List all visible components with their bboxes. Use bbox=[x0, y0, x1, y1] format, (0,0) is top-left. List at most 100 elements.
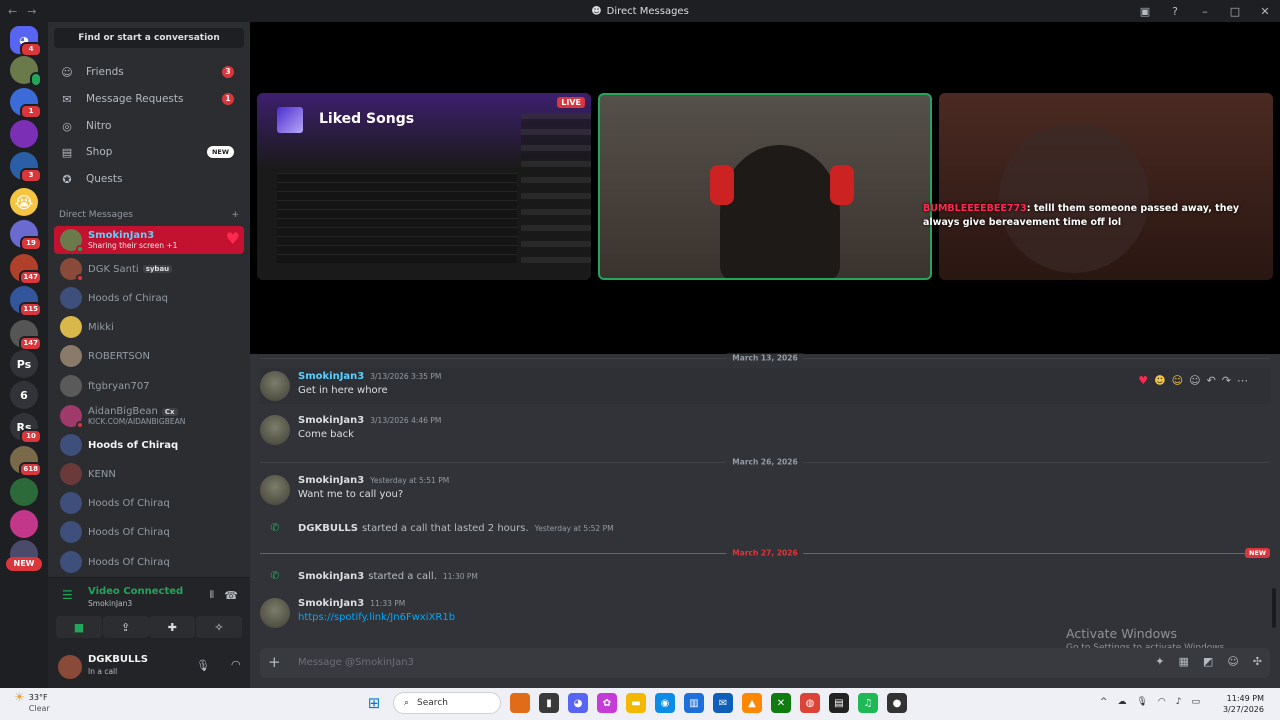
maximize-button[interactable]: □ bbox=[1228, 5, 1242, 18]
add-reaction-icon[interactable]: ☺ bbox=[1189, 374, 1200, 387]
start-button[interactable]: ⊞ bbox=[364, 693, 384, 713]
back-arrow-icon[interactable]: ← bbox=[8, 5, 17, 18]
dm-item-hoods-of-chiraq-unread[interactable]: Hoods of Chiraq bbox=[54, 431, 244, 459]
spotify-link[interactable]: https://spotify.link/Jn6FwxiXR1b bbox=[298, 612, 455, 623]
apps-icon[interactable]: ✣ bbox=[1253, 655, 1262, 668]
screenshare-tile[interactable]: Liked Songs LIVE bbox=[257, 93, 591, 280]
help-icon[interactable]: ? bbox=[1168, 5, 1182, 18]
activities-button[interactable]: ✚ bbox=[149, 616, 196, 638]
webcam-tile-2[interactable] bbox=[939, 93, 1273, 280]
nav-shop[interactable]: ▤ Shop NEW bbox=[54, 140, 244, 164]
add-dm-icon[interactable]: + bbox=[231, 210, 239, 220]
epic-games-icon[interactable]: ▤ bbox=[829, 693, 849, 713]
server-icon[interactable]: 115 bbox=[10, 286, 42, 317]
server-ps[interactable]: Ps bbox=[10, 350, 38, 378]
dm-item-aidanbigbean[interactable]: AidanBigBean Cx KICK.COM/AIDANBIGBEAN bbox=[54, 402, 244, 430]
volume-icon[interactable]: ♪ bbox=[1176, 697, 1182, 707]
find-conversation-button[interactable]: Find or start a conversation bbox=[54, 28, 244, 48]
server-icon[interactable]: 19 bbox=[10, 220, 42, 251]
nav-message-requests[interactable]: ✉ Message Requests 1 bbox=[54, 87, 244, 111]
nav-quests[interactable]: ✪ Quests bbox=[54, 167, 244, 191]
server-icon[interactable]: 618 bbox=[10, 446, 42, 477]
dm-item-ftgbryan707[interactable]: ftgbryan707 bbox=[54, 372, 244, 400]
soundboard-button[interactable]: ✧ bbox=[195, 616, 242, 638]
disconnect-icon[interactable]: ☎ bbox=[224, 589, 238, 602]
avatar[interactable] bbox=[58, 655, 82, 679]
vlc-icon[interactable]: ▲ bbox=[742, 693, 762, 713]
spotify-icon[interactable]: ♫ bbox=[858, 693, 878, 713]
home-button[interactable]: ◕ 4 bbox=[10, 26, 42, 57]
microphone-icon[interactable]: 🎙 bbox=[1136, 697, 1147, 707]
gif-icon[interactable]: ▦ bbox=[1179, 655, 1189, 668]
sticker-icon[interactable]: ◩ bbox=[1203, 655, 1213, 668]
minimize-button[interactable]: – bbox=[1198, 5, 1212, 18]
avatar[interactable] bbox=[260, 475, 290, 505]
forward-arrow-icon[interactable]: → bbox=[27, 5, 36, 18]
avatar[interactable] bbox=[260, 415, 290, 445]
noise-suppression-icon[interactable]: ⦀ bbox=[210, 590, 214, 601]
server-icon[interactable]: 147 bbox=[10, 320, 42, 351]
headphones-icon[interactable]: ◠ bbox=[231, 658, 241, 671]
app-icon[interactable]: ● bbox=[887, 693, 907, 713]
camera-button[interactable]: ■ bbox=[56, 616, 102, 638]
dm-item-hoods-of-chiraq[interactable]: Hoods Of Chiraq bbox=[54, 489, 244, 517]
cloud-icon[interactable]: ☁ bbox=[1117, 697, 1126, 707]
wifi-icon[interactable]: ◠ bbox=[1158, 697, 1166, 707]
taskbar-search[interactable]: ⌕ Search bbox=[393, 692, 501, 714]
dm-item-smokinjan3[interactable]: SmokinJan3 Sharing their screen +1 ♥ bbox=[54, 226, 244, 254]
attach-plus-icon[interactable]: + bbox=[268, 653, 281, 671]
message-composer[interactable]: + Message @SmokinJan3 ✦ ▦ ◩ ☺ ✣ bbox=[260, 648, 1270, 678]
heart-reaction-icon[interactable]: ♥ bbox=[1138, 374, 1148, 387]
scrollbar[interactable] bbox=[1272, 588, 1276, 628]
dm-item-hoods-of-chiraq[interactable]: Hoods of Chiraq bbox=[54, 284, 244, 312]
nav-friends[interactable]: ☺ Friends 3 bbox=[54, 60, 244, 84]
server-icon[interactable] bbox=[10, 478, 38, 506]
nav-nitro[interactable]: ◎ Nitro bbox=[54, 114, 244, 138]
laugh-reaction-icon[interactable]: ☻ bbox=[1154, 374, 1165, 387]
file-explorer-icon[interactable]: ▬ bbox=[626, 693, 646, 713]
clock[interactable]: 11:49 PM 3/27/2026 bbox=[1223, 693, 1264, 715]
discord-taskbar-icon[interactable]: ◕ bbox=[568, 693, 588, 713]
reply-icon[interactable]: ↶ bbox=[1207, 374, 1216, 387]
dm-item-hoods-of-chiraq[interactable]: Hoods Of Chiraq bbox=[54, 548, 244, 576]
widget-app-icon[interactable] bbox=[510, 693, 530, 713]
smile-reaction-icon[interactable]: ☺ bbox=[1172, 374, 1183, 387]
chrome-icon[interactable]: ◍ bbox=[800, 693, 820, 713]
screenshare-button[interactable]: ⇪ bbox=[102, 616, 149, 638]
close-button[interactable]: ✕ bbox=[1258, 5, 1272, 18]
outlook-icon[interactable]: ✉ bbox=[713, 693, 733, 713]
edge-icon[interactable]: ◉ bbox=[655, 693, 675, 713]
battery-icon[interactable]: ▭ bbox=[1191, 697, 1200, 707]
xbox-icon[interactable]: ✕ bbox=[771, 693, 791, 713]
server-rs[interactable]: Rs 10 bbox=[10, 413, 42, 444]
dm-item-mikki[interactable]: Mikki bbox=[54, 313, 244, 341]
server-icon[interactable] bbox=[10, 510, 38, 538]
dm-avatar-shortcut[interactable] bbox=[10, 56, 42, 87]
dm-item-robertson[interactable]: ROBERTSON bbox=[54, 342, 244, 370]
dm-item-dgk-santi[interactable]: DGK Santi sybau bbox=[54, 255, 244, 283]
inbox-icon[interactable]: ▣ bbox=[1138, 5, 1152, 18]
server-icon[interactable]: 147 bbox=[10, 254, 42, 285]
store-icon[interactable]: ▥ bbox=[684, 693, 704, 713]
avatar[interactable] bbox=[260, 598, 290, 628]
message-input[interactable]: Message @SmokinJan3 bbox=[298, 657, 414, 668]
webcam-tile-smokinjan3[interactable] bbox=[598, 93, 932, 280]
server-6[interactable]: 6 bbox=[10, 381, 38, 409]
copilot-icon[interactable]: ✿ bbox=[597, 693, 617, 713]
microphone-icon[interactable]: 🎙 bbox=[196, 659, 210, 672]
weather-widget[interactable]: ☀ 33°F Clear bbox=[14, 691, 50, 714]
server-icon[interactable] bbox=[10, 120, 38, 148]
forward-icon[interactable]: ↷ bbox=[1222, 374, 1231, 387]
dm-item-kenn[interactable]: KENN bbox=[54, 460, 244, 488]
task-view-icon[interactable]: ▮ bbox=[539, 693, 559, 713]
chevron-up-icon[interactable]: ^ bbox=[1100, 697, 1108, 707]
new-servers-pill[interactable]: NEW bbox=[6, 557, 42, 571]
emoji-icon[interactable]: ☺ bbox=[1227, 655, 1238, 668]
server-icon[interactable]: 3 bbox=[10, 152, 42, 183]
gift-icon[interactable]: ✦ bbox=[1155, 655, 1164, 668]
avatar[interactable] bbox=[260, 371, 290, 401]
dm-item-hoods-of-chiraq[interactable]: Hoods Of Chiraq bbox=[54, 518, 244, 546]
more-icon[interactable]: ⋯ bbox=[1237, 374, 1248, 387]
server-icon[interactable]: 1 bbox=[10, 88, 42, 119]
server-icon[interactable]: 😭 bbox=[10, 188, 38, 216]
